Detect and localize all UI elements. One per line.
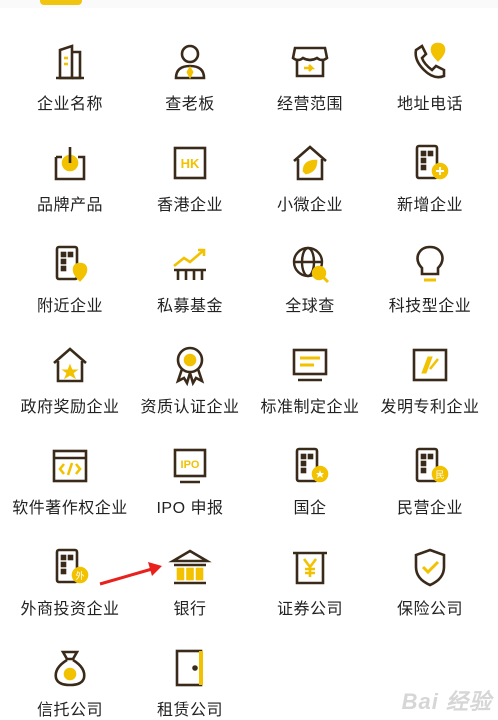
- tile-private-fund[interactable]: 私募基金: [130, 202, 250, 315]
- tile-business-scope[interactable]: 经营范围: [250, 0, 370, 113]
- tile-nearby[interactable]: 附近企业: [10, 202, 130, 315]
- tile-label: 证券公司: [276, 601, 343, 618]
- tile-company-name[interactable]: 企业名称: [10, 0, 130, 113]
- house-leaf-icon: [288, 141, 332, 185]
- tile-label: 保险公司: [396, 601, 463, 618]
- feature-grid: 企业名称 查老板 经营范围 地址电话 品牌产品 HK 香港企业 小微企业 新增企…: [0, 0, 498, 720]
- tile-label: 信托公司: [36, 702, 103, 719]
- svg-text:IPO: IPO: [181, 459, 200, 471]
- tile-private-enterprise[interactable]: 民 民营企业: [370, 404, 490, 517]
- bank-icon: [168, 545, 212, 589]
- tile-gov-award[interactable]: 政府奖励企业: [10, 303, 130, 416]
- building-wai-icon: 外: [48, 545, 92, 589]
- tile-global-search[interactable]: 全球查: [250, 202, 370, 315]
- code-window-icon: [48, 444, 92, 488]
- building-plus-icon: [408, 141, 452, 185]
- tile-brand-product[interactable]: 品牌产品: [10, 101, 130, 214]
- house-star-icon: [48, 343, 92, 387]
- tile-boss[interactable]: 查老板: [130, 0, 250, 113]
- boss-person-icon: [168, 40, 212, 84]
- tile-state-owned[interactable]: 国企: [250, 404, 370, 517]
- patent-certificate-icon: [408, 343, 452, 387]
- tile-patent[interactable]: 发明专利企业: [370, 303, 490, 416]
- building-pin-icon: [48, 242, 92, 286]
- tile-bank[interactable]: 银行: [130, 505, 250, 618]
- tile-standard-setting[interactable]: 标准制定企业: [250, 303, 370, 416]
- tile-foreign-investment[interactable]: 外 外商投资企业: [10, 505, 130, 618]
- svg-text:外: 外: [75, 570, 84, 582]
- money-bag-icon: [48, 646, 92, 690]
- brand-box-icon: [48, 141, 92, 185]
- ipo-monitor-icon: IPO: [168, 444, 212, 488]
- award-medal-icon: [168, 343, 212, 387]
- lightbulb-icon: [408, 242, 452, 286]
- building-star-icon: [288, 444, 332, 488]
- tile-securities[interactable]: 证券公司: [250, 505, 370, 618]
- building-min-icon: 民: [408, 444, 452, 488]
- tile-new-company[interactable]: 新增企业: [370, 101, 490, 214]
- tile-ipo[interactable]: IPO IPO 申报: [130, 404, 250, 517]
- tile-insurance[interactable]: 保险公司: [370, 505, 490, 618]
- tile-qualification[interactable]: 资质认证企业: [130, 303, 250, 416]
- tile-tech-company[interactable]: 科技型企业: [370, 202, 490, 315]
- svg-text:民: 民: [435, 470, 444, 481]
- phone-location-icon: [408, 40, 452, 84]
- tile-small-micro[interactable]: 小微企业: [250, 101, 370, 214]
- tile-trust[interactable]: 信托公司: [10, 606, 130, 719]
- door-icon: [168, 646, 212, 690]
- globe-search-icon: [288, 242, 332, 286]
- svg-text:HK: HK: [181, 156, 200, 171]
- chart-trend-icon: [168, 242, 212, 286]
- hk-badge-icon: HK: [168, 141, 212, 185]
- pointer-arrow: [99, 562, 162, 586]
- tile-address-phone[interactable]: 地址电话: [370, 0, 490, 113]
- tile-label: 租赁公司: [156, 702, 223, 719]
- watermark: Bai 经验: [401, 689, 492, 714]
- yen-certificate-icon: [288, 545, 332, 589]
- monitor-lines-icon: [288, 343, 332, 387]
- tile-software-copyright[interactable]: 软件著作权企业: [10, 404, 130, 517]
- shop-awning-icon: [288, 40, 332, 84]
- building-doc-icon: [48, 40, 92, 84]
- tile-leasing[interactable]: 租赁公司: [130, 606, 250, 719]
- shield-check-icon: [408, 545, 452, 589]
- tile-hk-company[interactable]: HK 香港企业: [130, 101, 250, 214]
